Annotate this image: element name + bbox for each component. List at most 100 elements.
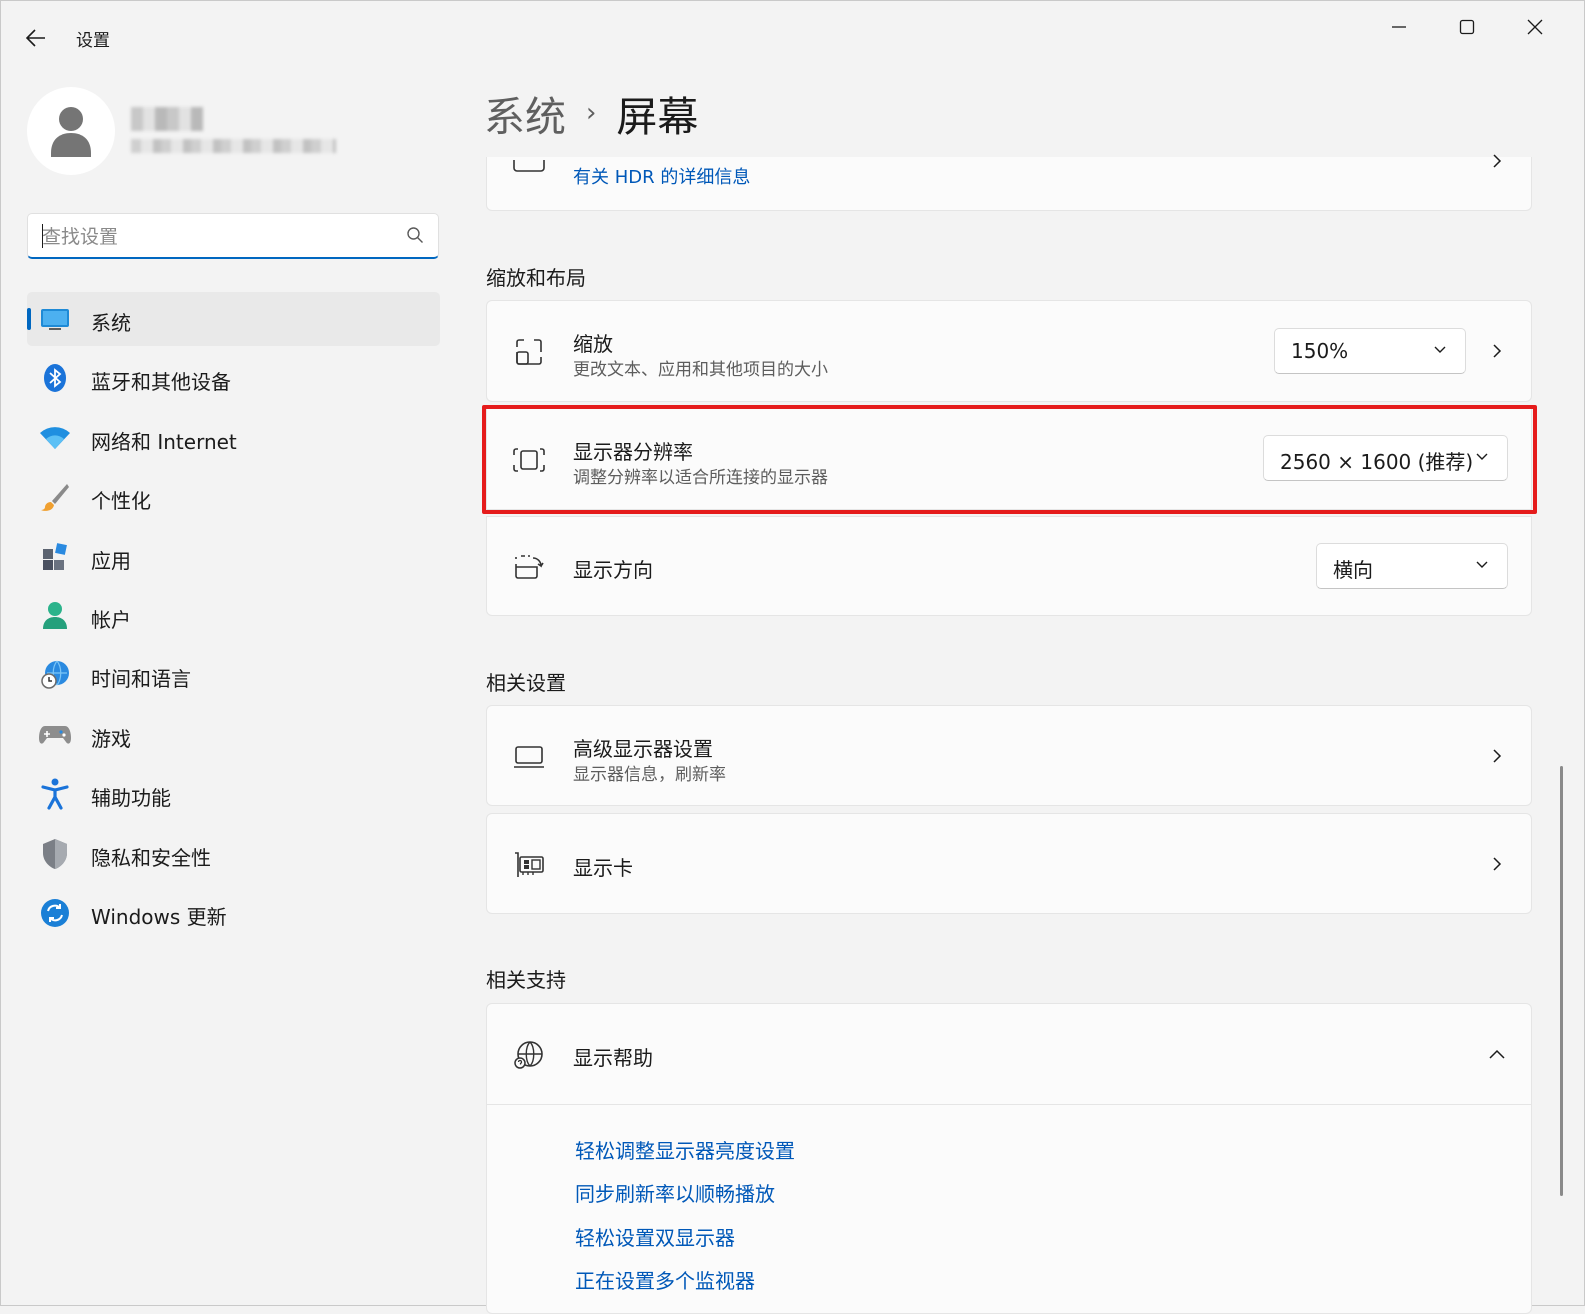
sidebar-item-label: 游戏 [91,726,131,751]
account-icon [39,600,71,632]
app-title: 设置 [76,31,110,51]
orientation-title: 显示方向 [573,558,653,582]
sidebar-item-label: 蓝牙和其他设备 [91,370,231,395]
breadcrumb: 系统 › 屏幕 [484,85,698,141]
chevron-right-icon [1487,746,1507,766]
sidebar-item-time-language[interactable]: 时间和语言 [27,648,440,702]
avatar [27,87,115,175]
scale-dropdown-value: 150% [1291,339,1349,363]
minimize-button[interactable] [1369,7,1429,47]
display-help-card[interactable]: 显示帮助 [486,1003,1532,1105]
sidebar-item-bluetooth[interactable]: 蓝牙和其他设备 [27,351,440,405]
graphics-card[interactable]: 显示卡 [486,813,1532,914]
advanced-display-title: 高级显示器设置 [573,737,713,761]
display-help-title: 显示帮助 [573,1046,653,1070]
apps-icon [39,541,71,573]
sidebar-item-label: 隐私和安全性 [91,845,211,870]
title-bar: 设置 [1,1,1584,61]
sidebar-nav: 系统 蓝牙和其他设备 网络和 Internet 个性化 应用 帐户 时间和语言 … [27,292,440,945]
sidebar-item-label: 应用 [91,548,131,573]
sidebar-item-windows-update[interactable]: Windows 更新 [27,886,440,940]
graphics-title: 显示卡 [573,856,633,880]
help-link-dual-monitor[interactable]: 轻松设置双显示器 [575,1222,735,1251]
sidebar-item-label: 辅助功能 [91,786,171,811]
chevron-down-icon [1434,346,1446,353]
section-title-related-support: 相关支持 [486,968,566,992]
close-button[interactable] [1505,7,1565,47]
help-link-refresh-rate[interactable]: 同步刷新率以顺畅播放 [575,1178,775,1207]
system-icon [39,303,71,335]
hdr-info-link[interactable]: 有关 HDR 的详细信息 [573,163,750,189]
graphics-card-icon [511,847,547,883]
scrollbar[interactable] [1560,766,1563,1196]
active-indicator [27,308,31,330]
back-arrow-icon [26,29,45,47]
update-icon [39,897,71,929]
back-button[interactable] [19,21,53,55]
sidebar-item-label: 帐户 [91,607,131,632]
help-link-brightness[interactable]: 轻松调整显示器亮度设置 [575,1135,795,1164]
sidebar-item-label: 时间和语言 [91,667,191,692]
blurred-user-email [131,139,336,153]
brush-icon [39,481,71,513]
chevron-right-icon [1487,854,1507,874]
search-input[interactable] [40,222,394,252]
resolution-card[interactable]: 显示器分辨率 调整分辨率以适合所连接的显示器 2560 × 1600 (推荐) [486,408,1532,510]
resolution-icon [511,442,547,478]
resolution-subtitle: 调整分辨率以适合所连接的显示器 [573,468,828,488]
resolution-title: 显示器分辨率 [573,440,693,464]
section-title-related-settings: 相关设置 [486,671,566,695]
chevron-right-icon [1487,151,1507,171]
sidebar-item-label: 网络和 Internet [91,429,237,454]
blurred-user-name [131,107,203,131]
sidebar-item-label: 系统 [91,311,131,335]
scale-dropdown[interactable]: 150% [1274,328,1466,374]
user-profile[interactable] [27,87,447,177]
advanced-display-subtitle: 显示器信息，刷新率 [573,765,726,785]
orientation-card[interactable]: 显示方向 横向 [486,516,1532,616]
gamepad-icon [39,719,71,751]
sidebar-item-label: 个性化 [91,489,151,514]
sidebar-item-personalization[interactable]: 个性化 [27,470,440,524]
sidebar-item-apps[interactable]: 应用 [27,530,440,584]
orientation-dropdown[interactable]: 横向 [1316,543,1508,589]
scale-card[interactable]: 缩放 更改文本、应用和其他项目的大小 150% [486,300,1532,402]
hdr-card[interactable]: 有关 HDR 的详细信息 [486,154,1532,211]
sidebar-item-accessibility[interactable]: 辅助功能 [27,767,440,821]
chevron-right-icon[interactable] [1487,341,1507,361]
user-icon [51,107,91,157]
chevron-down-icon [1476,453,1488,460]
globe-help-icon [511,1037,547,1073]
sidebar-item-network[interactable]: 网络和 Internet [27,411,440,465]
advanced-display-card[interactable]: 高级显示器设置 显示器信息，刷新率 [486,705,1532,806]
search-box[interactable] [27,213,439,259]
chevron-down-icon [1476,561,1488,568]
sidebar-item-system[interactable]: 系统 [27,292,440,346]
page-title: 屏幕 [616,93,699,141]
search-icon [407,227,423,243]
maximize-button[interactable] [1437,7,1497,47]
minimize-icon [1392,26,1406,28]
breadcrumb-parent[interactable]: 系统 [484,83,566,143]
time-language-icon [39,659,71,691]
orientation-dropdown-value: 横向 [1333,558,1373,582]
help-link-multiple-monitors[interactable]: 正在设置多个监视器 [575,1265,755,1294]
sidebar-item-gaming[interactable]: 游戏 [27,708,440,762]
wifi-icon [39,422,71,454]
monitor-icon [511,739,547,775]
scale-icon [511,334,547,370]
sidebar-item-accounts[interactable]: 帐户 [27,589,440,643]
chevron-up-icon[interactable] [1487,1044,1507,1064]
bluetooth-icon [39,362,71,394]
resolution-dropdown[interactable]: 2560 × 1600 (推荐) [1263,435,1508,481]
scale-subtitle: 更改文本、应用和其他项目的大小 [573,360,828,380]
section-title-scale-layout: 缩放和布局 [486,266,586,290]
sidebar-item-label: Windows 更新 [91,904,227,929]
text-caret [42,224,43,248]
shield-icon [39,838,71,870]
accessibility-icon [39,778,71,810]
sidebar-item-privacy[interactable]: 隐私和安全性 [27,827,440,881]
resolution-dropdown-value: 2560 × 1600 (推荐) [1280,450,1474,474]
maximize-icon [1459,19,1475,35]
orientation-icon [511,549,547,585]
